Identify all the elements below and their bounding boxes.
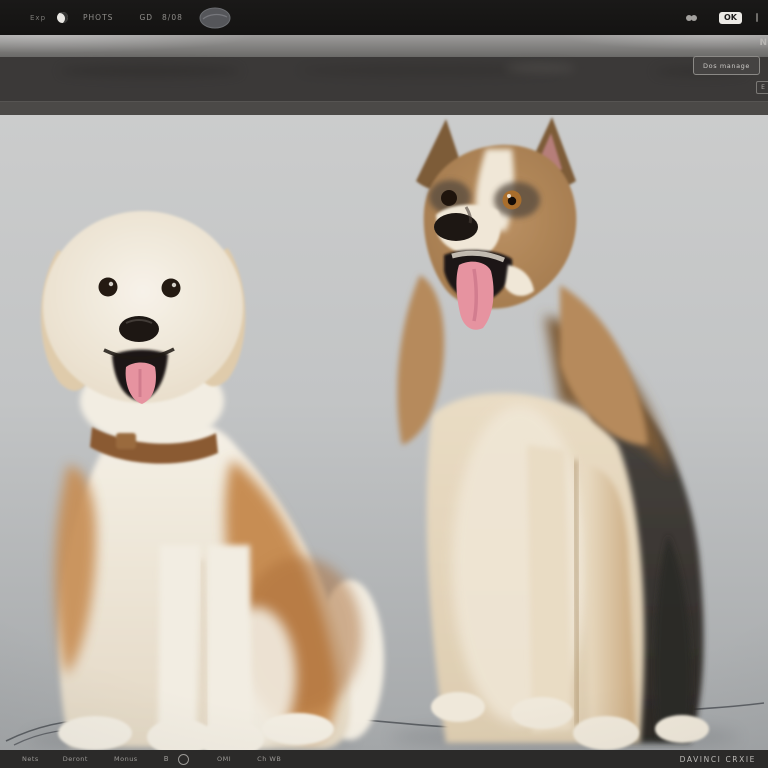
options-bar-glare-strip: [0, 35, 768, 57]
panel-edge-badge[interactable]: E: [756, 81, 768, 94]
top-menu-bar: Exp PHOTS GD 8/08 OK: [0, 0, 768, 35]
ok-button[interactable]: OK: [719, 12, 742, 24]
left-dog-illustration: [25, 211, 384, 750]
bottombar-item-b[interactable]: B: [164, 755, 169, 763]
painting-canvas[interactable]: [0, 115, 768, 750]
options-bar: Dos manage N E: [0, 35, 768, 115]
right-dog-illustration: [390, 117, 740, 750]
artist-signature: DAVINCI CRXIE: [680, 755, 756, 764]
bottom-tool-bar: Nets Deront Monus B OMI Ch WB DAVINCI CR…: [0, 750, 768, 768]
dogs-artwork: [0, 115, 768, 750]
color-swatch-icon[interactable]: [178, 754, 189, 765]
bottombar-item-omi[interactable]: OMI: [217, 755, 231, 763]
bottombar-item-nets[interactable]: Nets: [22, 755, 39, 763]
bottombar-item-deront[interactable]: Deront: [63, 755, 88, 763]
link-eyes-icon[interactable]: [686, 15, 697, 21]
toolbar-smudge: [60, 65, 240, 77]
menu-item-exp[interactable]: Exp: [30, 14, 46, 22]
app-logo-icon: [199, 7, 231, 29]
bottombar-item-chwb[interactable]: Ch WB: [257, 755, 281, 763]
overflow-menu-icon[interactable]: [756, 13, 758, 22]
bottombar-item-monus[interactable]: Monus: [114, 755, 138, 763]
menu-item-app[interactable]: PHOTS: [83, 13, 113, 22]
options-bar-lower-strip: [0, 101, 768, 115]
panel-edge-label: N: [759, 38, 767, 48]
circle-icon[interactable]: [57, 12, 68, 23]
menu-item-tool[interactable]: GD: [139, 13, 153, 22]
toolbar-smudge: [505, 63, 575, 73]
frame-counter: 8/08: [162, 13, 183, 22]
toolbar-action-button[interactable]: Dos manage: [693, 56, 760, 75]
